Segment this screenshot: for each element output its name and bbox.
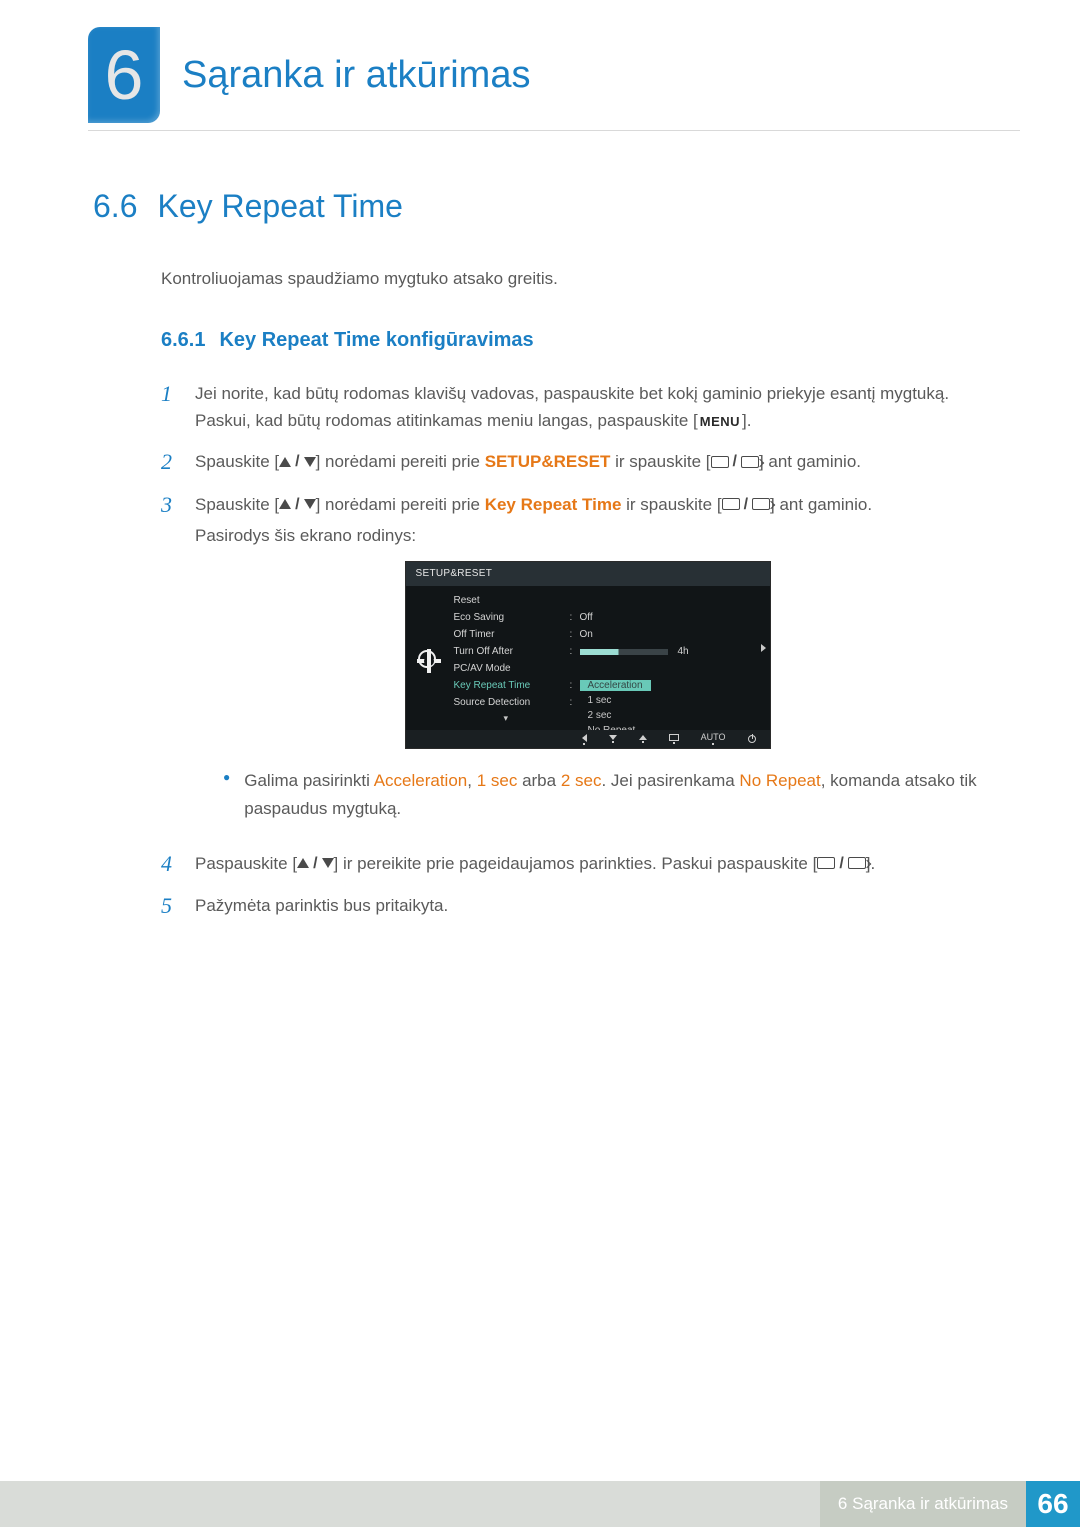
osd-body: Reset Eco Saving:Off Off Timer:On Turn O… <box>406 586 770 732</box>
step-number: 2 <box>161 448 179 477</box>
osd-nav-enter-icon <box>669 734 679 744</box>
step-text: ir spauskite [ <box>621 495 721 514</box>
footer-spacer <box>0 1481 820 1527</box>
up-down-icon: / <box>279 449 315 475</box>
osd-slider <box>580 649 668 655</box>
subsection-heading: 6.6.1 Key Repeat Time konfigūravimas <box>161 329 980 352</box>
osd-screenshot: SETUP&RESET Reset Eco Saving:Off Off Tim… <box>405 561 771 749</box>
bullet-icon: ● <box>223 767 230 821</box>
osd-menu: Reset Eco Saving:Off Off Timer:On Turn O… <box>448 586 770 732</box>
osd-val-eco: Off <box>580 610 593 626</box>
osd-dropdown-selected: Acceleration <box>580 680 651 691</box>
screenshot-caption: Pasirodys šis ekrano rodinys: <box>195 522 980 549</box>
osd-dropdown-item: 1 sec <box>580 693 644 708</box>
footer-chapter-label: 6 Sąranka ir atkūrimas <box>820 1481 1026 1527</box>
osd-row-offtimer: Off Timer <box>454 627 570 643</box>
footer-page-number: 66 <box>1026 1481 1080 1527</box>
osd-icon-column <box>406 586 448 732</box>
osd-val-turnoff: 4h <box>678 644 689 660</box>
step-body: Paspauskite [/] ir pereikite prie pageid… <box>195 850 980 879</box>
osd-right-arrow-icon <box>761 644 766 652</box>
page-header: 6 Sąranka ir atkūrimas <box>88 20 1020 130</box>
step-text: Jei norite, kad būtų rodomas klavišų vad… <box>195 384 949 430</box>
osd-title: SETUP&RESET <box>406 562 770 586</box>
step-text: ] norėdami pereiti prie <box>316 452 485 471</box>
osd-row-src: Source Detection <box>454 695 570 711</box>
step-number: 5 <box>161 892 179 921</box>
step-text: ]. <box>742 411 751 430</box>
step-text: ] ant gaminio. <box>759 452 861 471</box>
up-down-icon: / <box>297 851 333 877</box>
source-enter-icon: / <box>722 492 770 518</box>
main-content: 6.6 Key Repeat Time Kontroliuojamas spau… <box>93 188 980 935</box>
step-body: Pažymėta parinktis bus pritaikyta. <box>195 892 980 921</box>
source-enter-icon: / <box>711 449 759 475</box>
step-text: ] norėdami pereiti prie <box>316 495 485 514</box>
osd-row-reset: Reset <box>454 593 570 609</box>
steps-list: 1 Jei norite, kad būtų rodomas klavišų v… <box>161 380 980 921</box>
source-enter-icon: / <box>817 851 865 877</box>
highlight-acceleration: Acceleration <box>374 771 468 790</box>
highlight-2sec: 2 sec <box>561 771 602 790</box>
step-text: ] ant gaminio. <box>770 495 872 514</box>
step-body: Spauskite [/] norėdami pereiti prie SETU… <box>195 448 980 477</box>
subsection-title: Key Repeat Time konfigūravimas <box>219 329 533 352</box>
section-intro: Kontroliuojamas spaudžiamo mygtuko atsak… <box>161 269 980 289</box>
section-title: Key Repeat Time <box>157 188 402 225</box>
osd-nav-up-icon <box>639 735 647 743</box>
step-number: 3 <box>161 491 179 836</box>
osd-row-eco: Eco Saving <box>454 610 570 626</box>
highlight-setup-reset: SETUP&RESET <box>485 452 611 471</box>
osd-nav-down-icon <box>609 735 617 743</box>
highlight-key-repeat-time: Key Repeat Time <box>485 495 622 514</box>
menu-icon: MENU <box>698 412 742 433</box>
osd-nav-auto: AUTO <box>701 733 726 745</box>
step-2: 2 Spauskite [/] norėdami pereiti prie SE… <box>161 448 980 477</box>
section-number: 6.6 <box>93 188 137 225</box>
osd-nav-power-icon <box>748 735 756 743</box>
step-number: 4 <box>161 850 179 879</box>
step-text: Spauskite [ <box>195 452 279 471</box>
step-body: Jei norite, kad būtų rodomas klavišų vad… <box>195 380 980 434</box>
step-4: 4 Paspauskite [/] ir pereikite prie page… <box>161 850 980 879</box>
osd-nav-left-icon <box>582 734 587 745</box>
step-1: 1 Jei norite, kad būtų rodomas klavišų v… <box>161 380 980 434</box>
subsection-number: 6.6.1 <box>161 329 205 352</box>
gear-icon <box>418 650 436 668</box>
osd-val-offtimer: On <box>580 627 593 643</box>
highlight-norepeat: No Repeat <box>739 771 820 790</box>
page-footer: 6 Sąranka ir atkūrimas 66 <box>0 1481 1080 1527</box>
step-text: Spauskite [ <box>195 495 279 514</box>
osd-row-turnoff: Turn Off After <box>454 644 570 660</box>
chapter-number-badge: 6 <box>88 27 160 123</box>
osd-row-krt: Key Repeat Time <box>454 678 570 694</box>
step-number: 1 <box>161 380 179 434</box>
step-text: ] ir pereikite prie pageidaujamos parink… <box>334 854 818 873</box>
step-text: ir spauskite [ <box>610 452 710 471</box>
step-3: 3 Spauskite [/] norėdami pereiti prie Ke… <box>161 491 980 836</box>
osd-row-pcav: PC/AV Mode <box>454 661 570 677</box>
section-heading: 6.6 Key Repeat Time <box>93 188 980 225</box>
chapter-title: Sąranka ir atkūrimas <box>182 54 530 97</box>
step-text: Paspauskite [ <box>195 854 297 873</box>
highlight-1sec: 1 sec <box>477 771 518 790</box>
step-5: 5 Pažymėta parinktis bus pritaikyta. <box>161 892 980 921</box>
osd-dropdown-item: 2 sec <box>580 708 644 723</box>
header-divider <box>88 130 1020 131</box>
up-down-icon: / <box>279 492 315 518</box>
bullet-note: ● Galima pasirinkti Acceleration, 1 sec … <box>223 767 980 821</box>
step-body: Spauskite [/] norėdami pereiti prie Key … <box>195 491 980 836</box>
bullet-text: Galima pasirinkti Acceleration, 1 sec ar… <box>244 767 980 821</box>
osd-bottombar: AUTO <box>406 730 770 748</box>
